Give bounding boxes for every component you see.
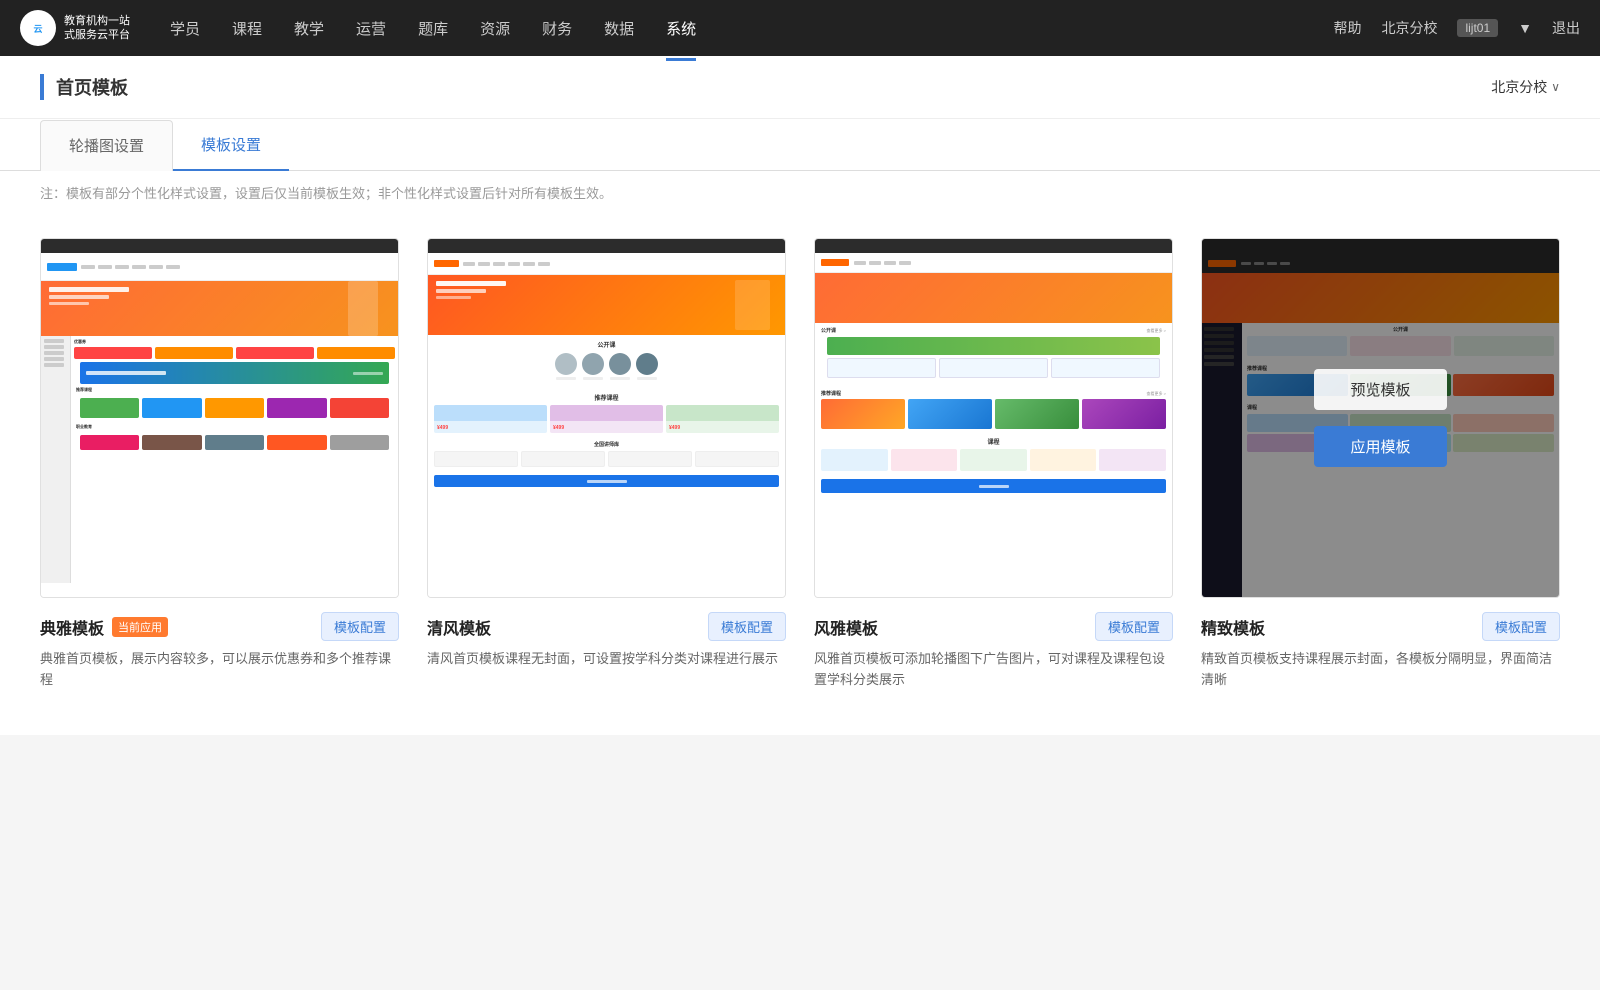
template-card-2: 公开课: [427, 238, 786, 695]
page-title: 首页模板: [40, 74, 128, 100]
template-name-2: 清风模板: [427, 615, 491, 639]
tab-carousel[interactable]: 轮播图设置: [40, 120, 173, 171]
template-card-3: 公开课 查看更多 >: [814, 238, 1173, 695]
main-content: 优惠券: [0, 214, 1600, 735]
tab-template[interactable]: 模板设置: [173, 120, 289, 171]
template-name-row-1: 典雅模板 当前应用 模板配置: [40, 612, 399, 641]
branch-name: 北京分校: [1491, 77, 1547, 97]
template-preview-2[interactable]: 公开课: [427, 238, 786, 598]
template-preview-1[interactable]: 优惠券: [40, 238, 399, 598]
template-desc-4: 精致首页模板支持课程展示封面，各模板分隔明显，界面简洁清晰: [1201, 649, 1560, 691]
mini-body-3: 公开课 查看更多 >: [815, 253, 1172, 597]
logo[interactable]: 云 教育机构一站 式服务云平台: [20, 10, 130, 46]
mini-nav-1: [41, 239, 398, 253]
chevron-down-icon: ∨: [1551, 80, 1560, 94]
template-preview-3[interactable]: 公开课 查看更多 >: [814, 238, 1173, 598]
notice-text: 注：模板有部分个性化样式设置，设置后仅当前模板生效；非个性化样式设置后针对所有模…: [40, 183, 1560, 214]
mini-nav-3: [815, 239, 1172, 253]
tabs: 轮播图设置 模板设置: [40, 119, 1560, 170]
template-name-3: 风雅模板: [814, 615, 878, 639]
user-badge[interactable]: lijt01: [1457, 19, 1498, 37]
branch-selector[interactable]: 北京分校 ∨: [1491, 77, 1560, 97]
navbar: 云 教育机构一站 式服务云平台 学员 课程 教学 运营 题库 资源 财务 数据 …: [0, 0, 1600, 56]
config-button-2[interactable]: 模板配置: [708, 612, 786, 641]
current-badge-1: 当前应用: [112, 617, 168, 637]
config-button-4[interactable]: 模板配置: [1482, 612, 1560, 641]
logo-text: 教育机构一站 式服务云平台: [64, 14, 130, 43]
template-name-4: 精致模板: [1201, 615, 1265, 639]
template-card-1: 优惠券: [40, 238, 399, 695]
nav-students[interactable]: 学员: [170, 14, 200, 43]
logo-icon: 云: [20, 10, 56, 46]
template-info-2: 清风模板 模板配置 清风首页模板课程无封面，可设置按学科分类对课程进行展示: [427, 598, 786, 674]
template-name-row-3: 风雅模板 模板配置: [814, 612, 1173, 641]
template-name-row-4: 精致模板 模板配置: [1201, 612, 1560, 641]
nav-system[interactable]: 系统: [666, 14, 696, 43]
template-name-1: 典雅模板 当前应用: [40, 615, 168, 639]
templates-grid: 优惠券: [40, 238, 1560, 695]
mini-body-1: 优惠券: [41, 253, 398, 597]
template-card-4: 预览模板 应用模板: [1201, 238, 1560, 695]
nav-teaching[interactable]: 教学: [294, 14, 324, 43]
template-info-1: 典雅模板 当前应用 模板配置 典雅首页模板，展示内容较多，可以展示优惠券和多个推…: [40, 598, 399, 695]
template-info-3: 风雅模板 模板配置 风雅首页模板可添加轮播图下广告图片，可对课程及课程包设置学科…: [814, 598, 1173, 695]
config-button-1[interactable]: 模板配置: [321, 612, 399, 641]
apply-template-button-4[interactable]: 应用模板: [1314, 426, 1446, 467]
preview-template-button-4[interactable]: 预览模板: [1314, 369, 1446, 410]
nav-resources[interactable]: 资源: [480, 14, 510, 43]
main-nav: 学员 课程 教学 运营 题库 资源 财务 数据 系统: [170, 14, 1333, 43]
tabs-area: 轮播图设置 模板设置: [0, 119, 1600, 171]
navbar-right: 帮助 北京分校 lijt01 ▼ 退出: [1333, 18, 1580, 38]
branch-link[interactable]: 北京分校: [1381, 18, 1437, 38]
template-desc-1: 典雅首页模板，展示内容较多，可以展示优惠券和多个推荐课程: [40, 649, 399, 691]
template-desc-2: 清风首页模板课程无封面，可设置按学科分类对课程进行展示: [427, 649, 786, 670]
nav-finance[interactable]: 财务: [542, 14, 572, 43]
template-preview-4[interactable]: 预览模板 应用模板: [1201, 238, 1560, 598]
nav-questions[interactable]: 题库: [418, 14, 448, 43]
template-overlay-4: 预览模板 应用模板: [1202, 239, 1559, 597]
template-name-row-2: 清风模板 模板配置: [427, 612, 786, 641]
help-link[interactable]: 帮助: [1333, 18, 1361, 38]
page-header: 首页模板 北京分校 ∨: [0, 56, 1600, 119]
template-desc-3: 风雅首页模板可添加轮播图下广告图片，可对课程及课程包设置学科分类展示: [814, 649, 1173, 691]
notice-area: 注：模板有部分个性化样式设置，设置后仅当前模板生效；非个性化样式设置后针对所有模…: [0, 171, 1600, 214]
config-button-3[interactable]: 模板配置: [1095, 612, 1173, 641]
nav-courses[interactable]: 课程: [232, 14, 262, 43]
template-info-4: 精致模板 模板配置 精致首页模板支持课程展示封面，各模板分隔明显，界面简洁清晰: [1201, 598, 1560, 695]
nav-operations[interactable]: 运营: [356, 14, 386, 43]
mini-body-2: 公开课: [428, 253, 785, 597]
nav-data[interactable]: 数据: [604, 14, 634, 43]
logout-link[interactable]: 退出: [1552, 18, 1580, 38]
mini-nav-2: [428, 239, 785, 253]
